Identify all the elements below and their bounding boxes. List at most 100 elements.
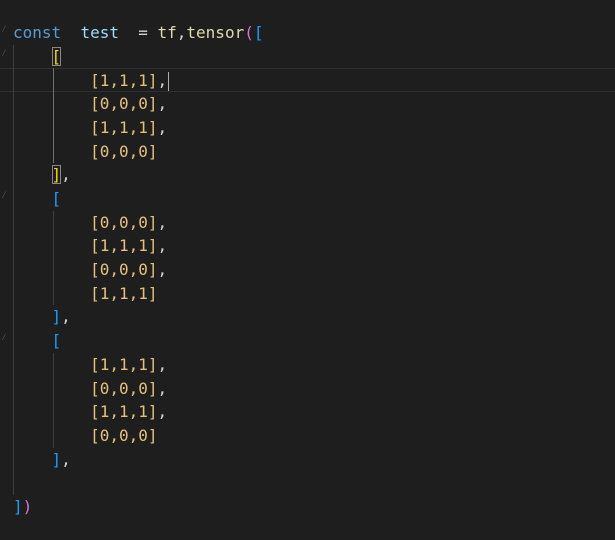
code-token: [1,1,1] <box>90 117 158 137</box>
code-text: [1,1,1] <box>13 282 158 306</box>
code-token: [1,1,1] <box>90 71 158 91</box>
code-text: [1,1,1], <box>13 400 167 424</box>
code-line[interactable]: [1,1,1], <box>0 116 615 140</box>
code-token: , <box>157 236 168 256</box>
code-token: , <box>157 94 168 114</box>
code-token: , <box>61 307 71 327</box>
code-token: [0,0,0] <box>90 378 158 398</box>
code-token: , <box>176 23 187 42</box>
code-token: ] <box>51 449 62 469</box>
code-token: , <box>157 117 168 137</box>
code-line[interactable]: ]) <box>0 495 615 519</box>
code-token: , <box>157 402 168 422</box>
code-token: tensor <box>186 23 245 42</box>
code-token: , <box>157 71 168 91</box>
code-token: [ <box>51 331 62 351</box>
code-text: [ <box>13 45 62 69</box>
code-text: ], <box>13 305 71 329</box>
code-line[interactable]: ], <box>0 305 615 329</box>
code-token: [ <box>51 188 62 208</box>
code-token: [1,1,1] <box>90 354 158 374</box>
code-token: , <box>157 212 168 232</box>
indent-guide <box>53 68 54 164</box>
code-line[interactable]: [1,1,1], <box>0 400 615 424</box>
code-token: [0,0,0] <box>90 94 158 114</box>
code-line[interactable]: ], <box>0 448 615 472</box>
code-token: ] <box>51 307 62 327</box>
code-token: ) <box>22 497 33 516</box>
code-text: const test = tf,tensor([ <box>13 21 263 45</box>
code-line[interactable]: [1,1,1], <box>0 68 615 93</box>
code-token: [ <box>253 23 264 42</box>
code-token: = <box>118 23 158 42</box>
code-line[interactable]: ], <box>0 163 615 187</box>
code-text: [0,0,0], <box>13 211 167 235</box>
code-editor[interactable]: ⁄ const test = tf,tensor([⁄ [ [1,1,1], [0… <box>0 0 615 540</box>
code-line[interactable]: [0,0,0], <box>0 92 615 116</box>
code-token: [ <box>51 46 62 66</box>
code-line[interactable]: ⁄ [ <box>0 329 615 353</box>
code-line[interactable]: ⁄ const test = tf,tensor([ <box>0 21 615 45</box>
code-text: [0,0,0] <box>13 140 158 164</box>
code-token: [0,0,0] <box>90 212 158 232</box>
code-line[interactable]: ⁄ [ <box>0 45 615 69</box>
code-text: [0,0,0], <box>13 377 167 401</box>
code-text: [1,1,1], <box>13 353 167 377</box>
code-text: ], <box>13 163 71 187</box>
code-line[interactable]: [0,0,0], <box>0 258 615 282</box>
code-token: [0,0,0] <box>90 425 158 445</box>
fold-indicator-icon[interactable]: ⁄ <box>1 190 9 200</box>
text-cursor <box>168 72 170 92</box>
code-token: const <box>13 23 62 42</box>
code-text: [0,0,0], <box>13 92 167 116</box>
code-text: [1,1,1], <box>13 69 170 93</box>
code-line[interactable]: [0,0,0] <box>0 140 615 164</box>
indent-guide <box>53 352 54 448</box>
code-text: [0,0,0], <box>13 258 167 282</box>
code-line[interactable]: [1,1,1], <box>0 234 615 258</box>
code-text: [1,1,1], <box>13 234 167 258</box>
code-text: [1,1,1], <box>13 116 167 140</box>
code-token: [1,1,1] <box>90 283 158 303</box>
code-line[interactable]: [0,0,0], <box>0 211 615 235</box>
fold-indicator-icon[interactable]: ⁄ <box>1 333 9 343</box>
fold-indicator-icon[interactable]: ⁄ <box>1 48 9 58</box>
code-line[interactable] <box>0 471 615 495</box>
code-line[interactable]: [0,0,0], <box>0 377 615 401</box>
code-token: ] <box>51 165 62 185</box>
code-token: ( <box>244 23 254 42</box>
code-line[interactable]: [1,1,1], <box>0 353 615 377</box>
code-token: [1,1,1] <box>90 402 158 422</box>
fold-indicator-icon[interactable]: ⁄ <box>1 25 9 35</box>
code-text: ], <box>13 448 71 472</box>
code-token: , <box>157 260 168 279</box>
code-line[interactable]: [0,0,0] <box>0 424 615 448</box>
code-line[interactable]: ⁄ [ <box>0 187 615 211</box>
code-token: [1,1,1] <box>90 236 158 256</box>
indent-guide <box>53 210 54 306</box>
code-token: [0,0,0] <box>90 141 158 161</box>
code-token: , <box>61 449 71 469</box>
code-text: [0,0,0] <box>13 424 158 448</box>
code-token: ] <box>13 497 23 516</box>
code-text: [ <box>13 187 62 211</box>
code-line[interactable]: [1,1,1] <box>0 282 615 306</box>
code-token: , <box>157 378 168 398</box>
